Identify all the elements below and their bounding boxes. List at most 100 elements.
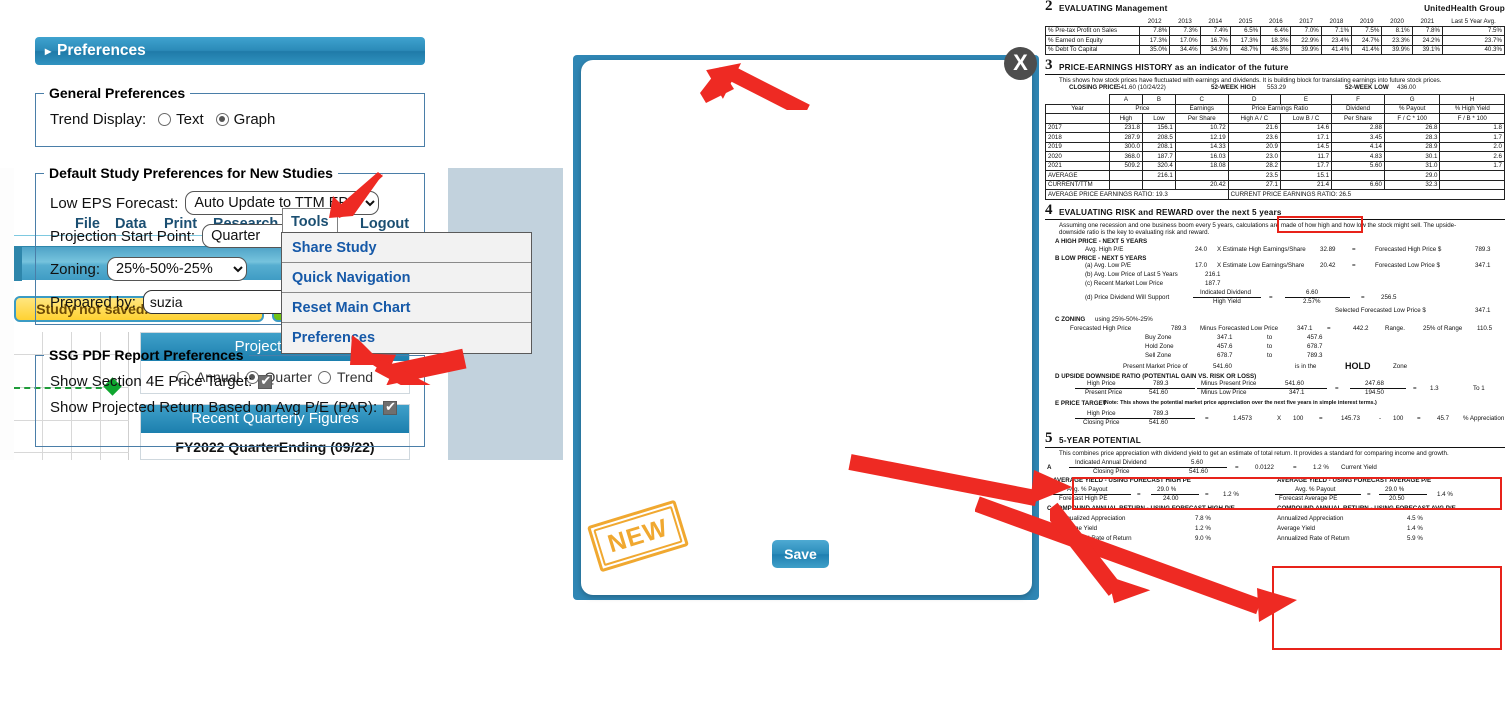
col-year-2017: 2017 <box>1299 17 1314 25</box>
wk-low-value: 436.00 <box>1397 84 1416 92</box>
table-row: 2020 368.0 187.7 16.03 23.0 11.7 4.83 30… <box>1045 151 1505 162</box>
section-5-title: 5-YEAR POTENTIAL <box>1059 436 1141 446</box>
prepared-by-label: Prepared by: <box>50 293 136 311</box>
show-price-target-label: Show Section 4E Price Target: <box>50 373 253 390</box>
section-4a-title: A HIGH PRICE - NEXT 5 YEARS <box>1055 238 1148 246</box>
ssg-pdf-report-preferences-legend: SSG PDF Report Preferences <box>49 347 244 363</box>
highlight-box-pe-ratio <box>1277 216 1363 233</box>
highlight-box-avg-pe-section <box>1272 566 1502 650</box>
group-header-pe-ratio: Price Earnings Ratio <box>1227 103 1333 115</box>
radio-trend-graph[interactable] <box>215 113 229 126</box>
sub-header-low: Low <box>1141 113 1176 124</box>
closing-price-label: CLOSING PRICE <box>1069 84 1118 92</box>
col-last5-avg: Last 5 Year Avg. <box>1451 17 1496 25</box>
section-4e-title: E PRICE TARGET <box>1055 400 1107 408</box>
table-sub-header-row: High Low Per Share High A / C Low B / C … <box>1045 113 1505 124</box>
arrow-to-preferences-menuitem <box>350 335 467 385</box>
show-par-checkbox[interactable] <box>383 399 398 415</box>
sub-header-div-per-share: Per Share <box>1331 113 1385 124</box>
zoning-label: Zoning: <box>50 260 101 278</box>
price-earnings-history-table: A B C D E F G H Year Price Earnings Pric… <box>1045 94 1505 200</box>
group-header-year: Year <box>1045 103 1110 115</box>
col-year-2012: 2012 <box>1147 17 1162 25</box>
col-letter-b: B <box>1141 94 1176 105</box>
col-letter-a: A <box>1109 94 1143 105</box>
section-4d-title: D UPSIDE DOWNSIDE RATIO (POTENTIAL GAIN … <box>1055 373 1257 381</box>
group-header-earnings: Earnings <box>1174 103 1229 115</box>
current-pe-ratio: CURRENT PRICE EARNINGS RATIO: 26.5 <box>1227 189 1505 200</box>
sub-header-high: High <box>1109 113 1143 124</box>
col-letter-f: F <box>1331 94 1385 105</box>
row-label-earned-equity: % Earned on Equity <box>1045 35 1140 46</box>
dropdown-item-reset-main-chart[interactable]: Reset Main Chart <box>282 293 531 323</box>
table-row: % Debt To Capital 35.0% 34.4% 34.9% 48.7… <box>1045 44 1505 55</box>
banner-notch <box>14 247 22 281</box>
table-row: 2017 231.8 156.1 10.72 21.6 14.6 2.88 26… <box>1045 122 1505 134</box>
evaluating-management-table: 2012 2013 2014 2015 2016 2017 2018 2019 … <box>1045 17 1505 55</box>
section-4-number: 4 <box>1045 201 1053 218</box>
wk-high-value: 553.29 <box>1267 84 1286 92</box>
save-button[interactable]: Save <box>772 540 829 568</box>
col-year-2019: 2019 <box>1359 17 1374 25</box>
row-label-pretax: % Pre-tax Profit on Sales <box>1045 25 1140 36</box>
table-row-current-ttm: CURRENT/TTM 20.42 27.1 21.4 6.60 32.3 <box>1045 179 1505 191</box>
section-3-note: This shows how stock prices have fluctua… <box>1059 77 1442 84</box>
col-year-2016: 2016 <box>1268 17 1283 25</box>
sub-header-payout-formula: F / C * 100 <box>1383 113 1441 124</box>
zone-result: HOLD <box>1345 361 1371 372</box>
wk-low-label: 52-WEEK LOW <box>1345 84 1389 92</box>
table-row: 2019 300.0 208.1 14.33 20.9 14.5 4.14 28… <box>1045 141 1505 153</box>
table-row: % Pre-tax Profit on Sales 7.8% 7.3% 7.4%… <box>1045 25 1505 36</box>
radio-trend-graph-label: Graph <box>233 111 276 128</box>
group-header-high-yield: % High Yield <box>1439 103 1505 115</box>
table-letter-row: A B C D E F G H <box>1046 94 1505 105</box>
group-header-price: Price <box>1109 103 1176 115</box>
average-pe-ratio: AVERAGE PRICE EARNINGS RATIO: 19.3 <box>1045 189 1229 200</box>
table-row: 2021 509.2 320.4 18.08 28.2 17.7 5.60 31… <box>1045 160 1505 172</box>
closing-price-value: 541.60 (10/24/22) <box>1117 84 1166 92</box>
table-header-row: 2012 2013 2014 2015 2016 2017 2018 2019 … <box>1046 17 1505 26</box>
section-4e-note: (Note: This shows the potential market p… <box>1103 400 1377 407</box>
section-4-note: Assuming one recession and one business … <box>1059 221 1457 237</box>
section-4-title: EVALUATING RISK and REWARD over the next… <box>1059 207 1282 217</box>
col-year-2015: 2015 <box>1238 17 1253 25</box>
projection-start-point-label: Projection Start Point: <box>50 227 196 245</box>
col-letter-g: G <box>1383 94 1441 105</box>
sub-header-yield-formula: F / B * 100 <box>1439 113 1505 124</box>
zoning-select[interactable]: 25%-50%-25% <box>107 257 248 281</box>
radio-trend-text[interactable] <box>158 113 172 126</box>
section-3-number: 3 <box>1045 57 1053 73</box>
sub-header-per-share: Per Share <box>1174 113 1229 124</box>
general-preferences-legend: General Preferences <box>49 85 186 101</box>
table-group-header-row: Year Price Earnings Price Earnings Ratio… <box>1045 103 1505 115</box>
arrow-to-tools-menu <box>329 172 383 218</box>
col-letter-e: E <box>1279 94 1333 105</box>
section-4c-title: C ZONING <box>1055 316 1086 324</box>
dropdown-item-quick-navigation[interactable]: Quick Navigation <box>282 263 531 293</box>
radio-trend-text-label: Text <box>176 111 204 128</box>
section-4b-title: B LOW PRICE - NEXT 5 YEARS <box>1055 254 1147 262</box>
col-letter-h: H <box>1439 94 1505 105</box>
col-letter-c: C <box>1174 94 1229 105</box>
table-row-average: AVERAGE 216.1 23.5 15.1 29.0 <box>1045 170 1505 181</box>
row-label-debt-capital: % Debt To Capital <box>1045 44 1140 55</box>
preferences-header-bar[interactable]: ▸ Preferences <box>35 37 425 65</box>
col-letter-d: D <box>1227 94 1281 105</box>
arrow-to-5yr-potential <box>1050 502 1151 604</box>
sub-header-high-ac: High A / C <box>1227 113 1281 124</box>
sub-header-low-bc: Low B / C <box>1279 113 1333 124</box>
company-name: UnitedHealth Group <box>1424 4 1505 13</box>
chevron-right-icon: ▸ <box>45 44 52 58</box>
table-row: 2018 287.9 208.5 12.19 23.6 17.1 3.45 28… <box>1045 132 1505 143</box>
section-2-title: EVALUATING Management <box>1059 4 1168 13</box>
close-icon[interactable]: X <box>1004 47 1037 80</box>
section-2-number: 2 <box>1045 0 1053 14</box>
section-5-number: 5 <box>1045 430 1053 447</box>
table-footer-row: AVERAGE PRICE EARNINGS RATIO: 19.3 CURRE… <box>1045 189 1505 200</box>
group-header-dividend: Dividend <box>1331 103 1385 115</box>
trend-display-label: Trend Display: <box>50 111 147 128</box>
col-year-2014: 2014 <box>1208 17 1223 25</box>
col-year-2020: 2020 <box>1390 17 1404 25</box>
show-price-target-checkbox[interactable] <box>258 373 273 389</box>
dropdown-item-share-study[interactable]: Share Study <box>282 233 531 263</box>
